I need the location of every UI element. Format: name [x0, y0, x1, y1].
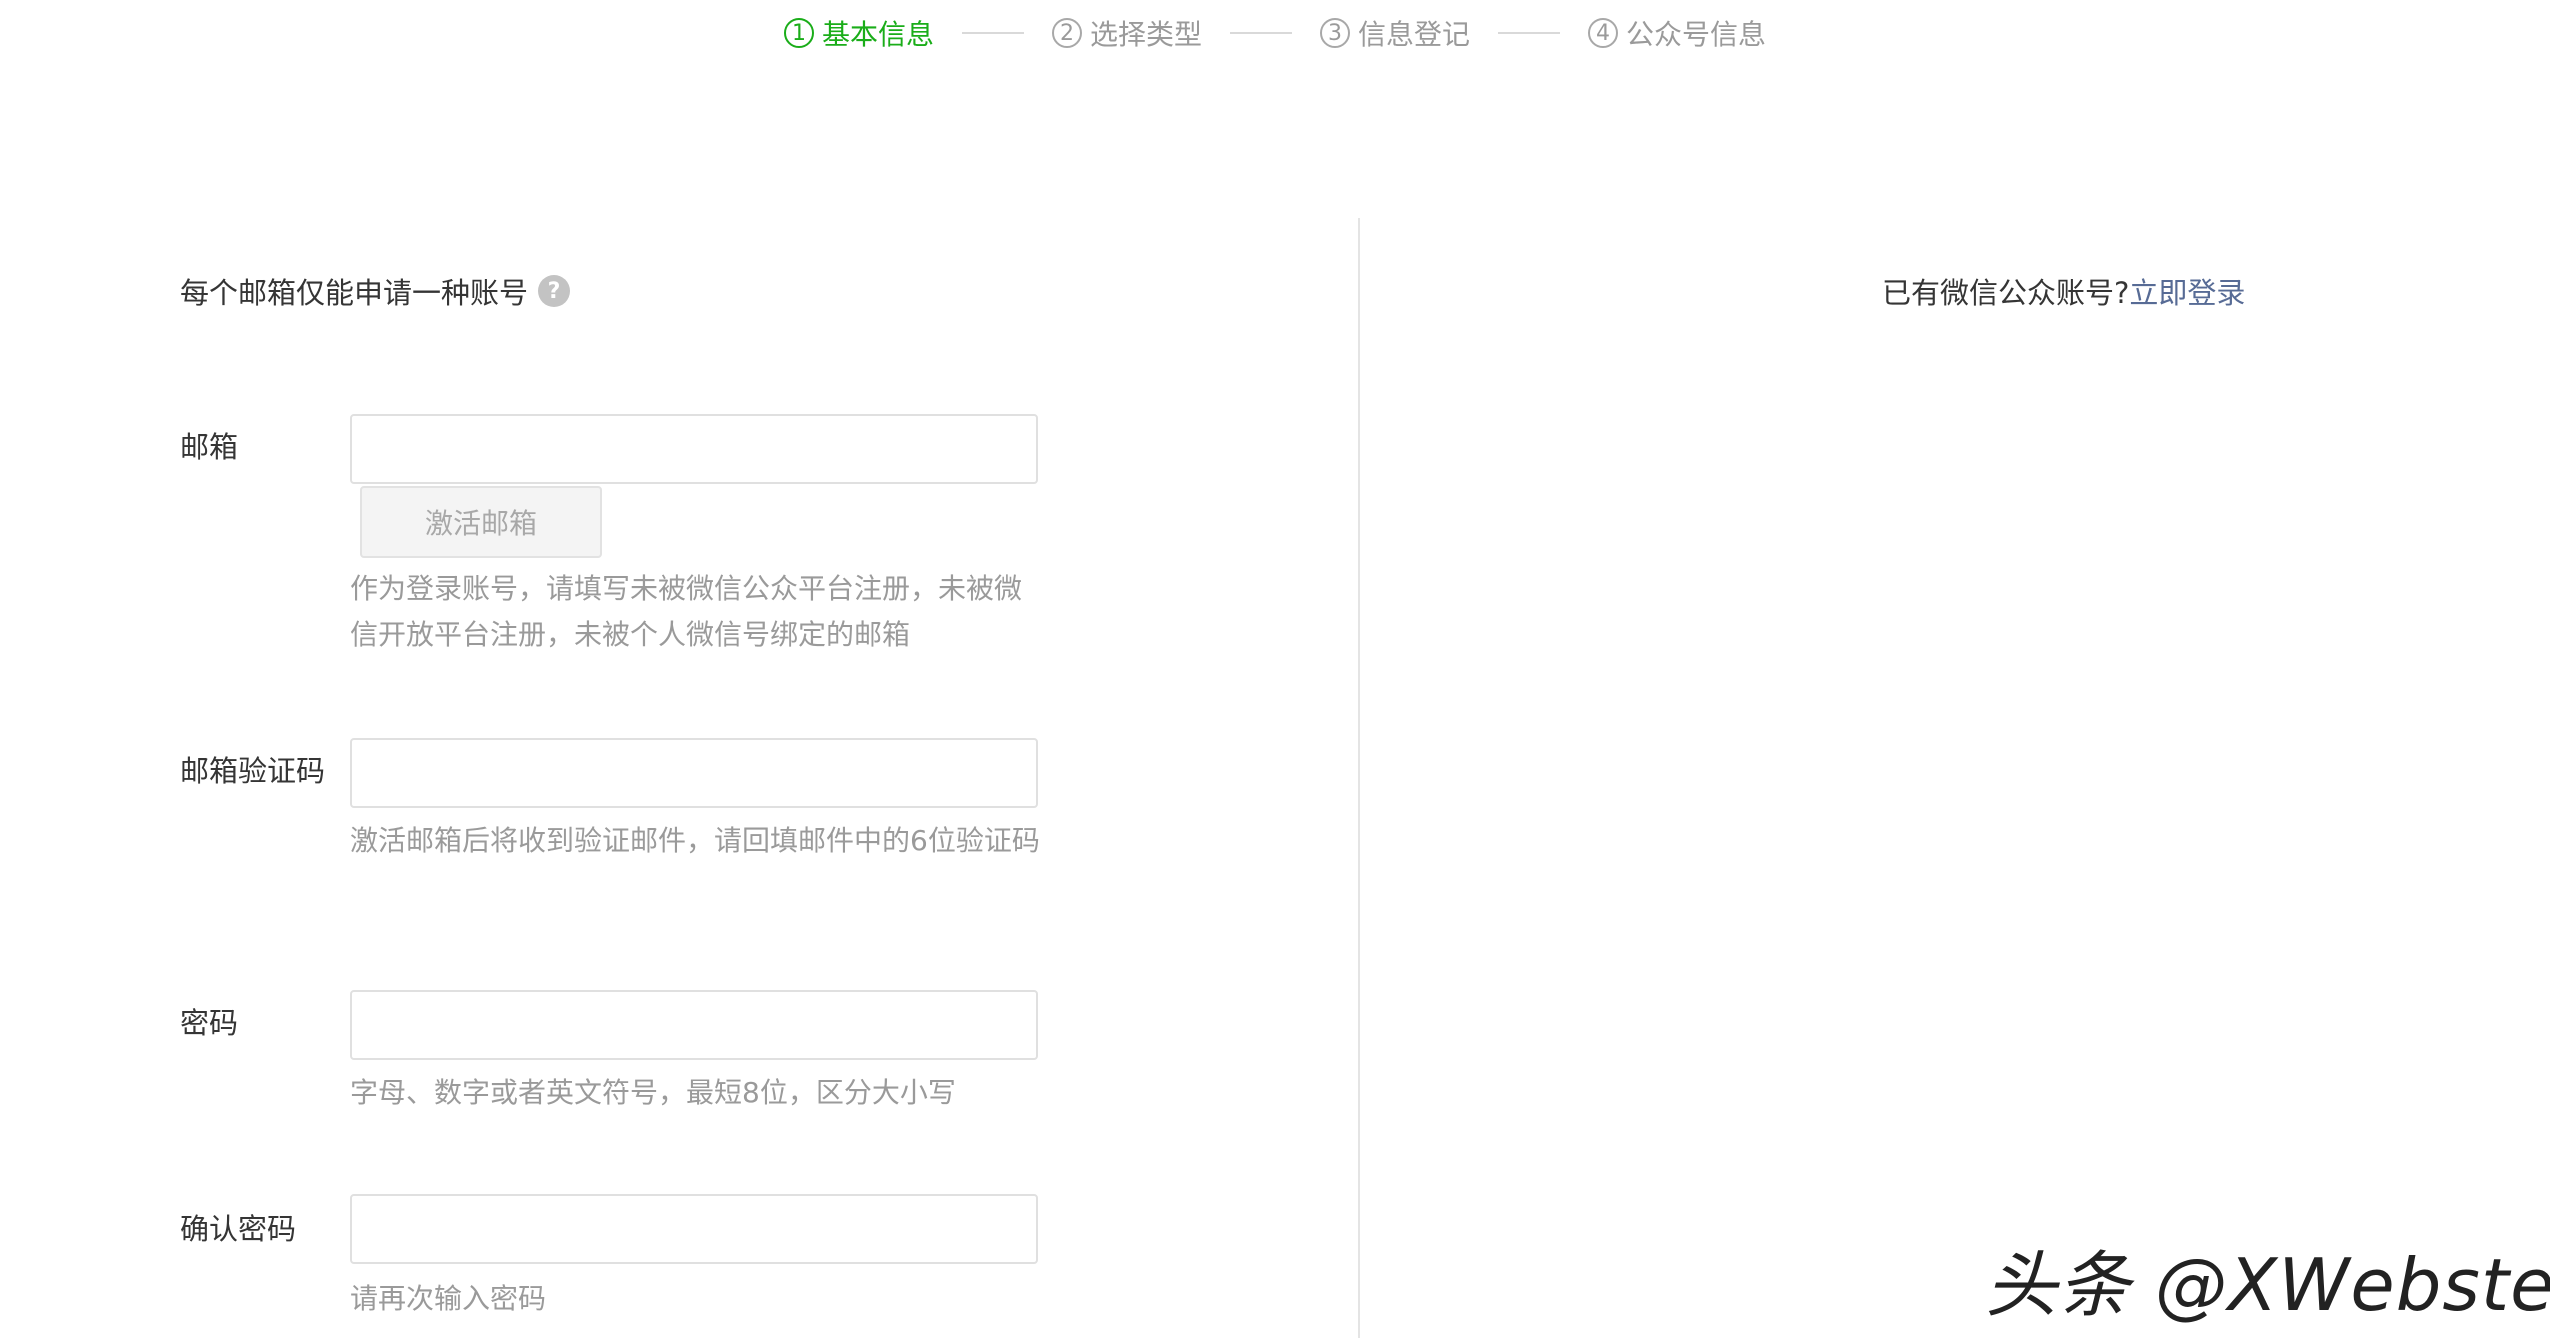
step-info-registration: 3 信息登记 [1320, 13, 1470, 53]
registration-page: 1 基本信息 2 选择类型 3 信息登记 4 公众号信息 每个邮箱仅能申请一种账… [0, 0, 2550, 1338]
notice-text: 每个邮箱仅能申请一种账号 [180, 276, 529, 310]
progress-stepper: 1 基本信息 2 选择类型 3 信息登记 4 公众号信息 [0, 8, 2550, 58]
step-label-account-info: 公众号信息 [1626, 18, 1767, 51]
login-link[interactable]: 立即登录 [2129, 276, 2245, 310]
login-prompt: 已有微信公众账号?立即登录 [1882, 270, 2245, 312]
step-label-select-type: 选择类型 [1089, 18, 1202, 51]
watermark: 头条 @XWebster [1985, 1243, 2550, 1327]
password-input[interactable] [350, 990, 1038, 1060]
step-number-3: 3 [1320, 18, 1350, 48]
step-number-4: 4 [1588, 18, 1619, 48]
confirm-password-label: 确认密码 [180, 1212, 297, 1246]
step-connector [961, 32, 1024, 34]
step-connector [1498, 32, 1561, 34]
step-account-info: 4 公众号信息 [1588, 13, 1766, 53]
email-code-hint: 激活邮箱后将收到验证邮件，请回填邮件中的6位验证码 [350, 824, 1040, 857]
form-notice: 每个邮箱仅能申请一种账号 ? [180, 270, 571, 312]
step-connector [1230, 32, 1292, 34]
step-number-1: 1 [783, 18, 814, 48]
step-number-2: 2 [1051, 18, 1082, 48]
login-prompt-text: 已有微信公众账号? [1882, 276, 2130, 310]
confirm-password-input[interactable] [350, 1194, 1038, 1264]
password-label: 密码 [180, 1006, 239, 1040]
password-hint: 字母、数字或者英文符号，最短8位，区分大小写 [350, 1076, 956, 1109]
email-code-input[interactable] [350, 738, 1038, 808]
email-input[interactable] [350, 414, 1038, 484]
step-label-info-registration: 信息登记 [1358, 18, 1471, 51]
email-code-label: 邮箱验证码 [180, 754, 326, 788]
step-select-type: 2 选择类型 [1051, 13, 1202, 53]
email-label: 邮箱 [180, 430, 239, 464]
activate-email-button[interactable]: 激活邮箱 [360, 486, 602, 558]
confirm-password-hint: 请再次输入密码 [350, 1282, 547, 1315]
help-icon[interactable]: ? [538, 275, 571, 307]
email-hint: 作为登录账号，请填写未被微信公众平台注册，未被微信开放平台注册，未被个人微信号绑… [350, 572, 1023, 651]
step-label-basic-info: 基本信息 [821, 18, 934, 51]
step-basic-info: 1 基本信息 [783, 13, 934, 53]
vertical-divider [1358, 218, 1360, 1338]
